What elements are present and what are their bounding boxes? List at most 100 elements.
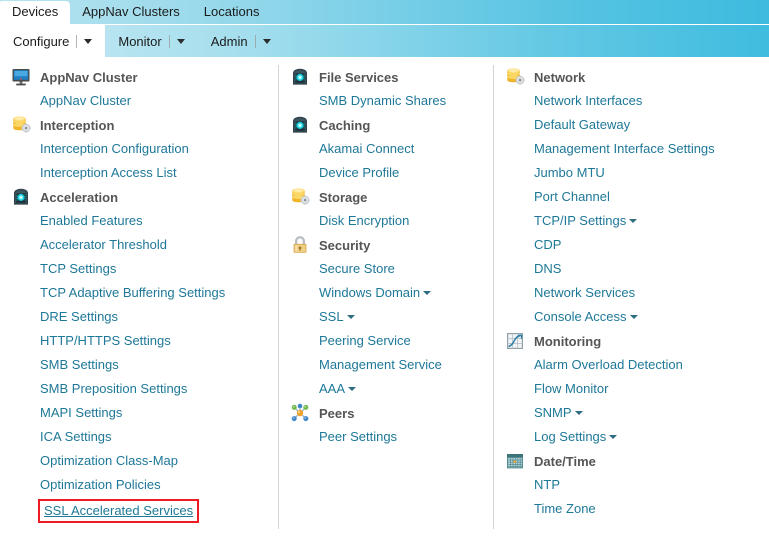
link-time-zone[interactable]: Time Zone (534, 497, 769, 521)
link-label: Device Profile (319, 165, 400, 180)
link-label: HTTP/HTTPS Settings (40, 333, 171, 348)
link-jumbo-mtu[interactable]: Jumbo MTU (534, 161, 769, 185)
menu-configure[interactable]: Configure (0, 25, 106, 57)
chevron-down-icon[interactable] (84, 38, 93, 44)
link-secure-store[interactable]: Secure Store (319, 257, 493, 281)
link-accelerator-threshold[interactable]: Accelerator Threshold (40, 233, 278, 257)
chevron-down-icon[interactable] (423, 291, 432, 296)
link-label: Optimization Class-Map (40, 453, 178, 468)
chevron-down-icon[interactable] (574, 411, 583, 416)
link-akamai-connect[interactable]: Akamai Connect (319, 137, 493, 161)
link-label: Accelerator Threshold (40, 237, 167, 252)
link-management-service[interactable]: Management Service (319, 353, 493, 377)
appnav-configure-menu-page: Devices AppNav Clusters Locations Configur… (0, 0, 769, 536)
group-header-storage: Storage (289, 185, 493, 209)
link-tcp-adaptive-buffering-settings[interactable]: TCP Adaptive Buffering Settings (40, 281, 278, 305)
link-windows-domain[interactable]: Windows Domain (319, 281, 493, 305)
link-appnav-cluster[interactable]: AppNav Cluster (40, 89, 278, 113)
link-tcp-ip-settings[interactable]: TCP/IP Settings (534, 209, 769, 233)
menu-link-row: MAPI Settings (10, 401, 278, 425)
menu-link-row: SSL (289, 305, 493, 329)
link-network-interfaces[interactable]: Network Interfaces (534, 89, 769, 113)
link-label: MAPI Settings (40, 405, 123, 420)
link-alarm-overload-detection[interactable]: Alarm Overload Detection (534, 353, 769, 377)
menu-link-row: TCP Adaptive Buffering Settings (10, 281, 278, 305)
top-tab-appnav-clusters[interactable]: AppNav Clusters (70, 1, 192, 24)
chevron-down-icon[interactable] (262, 38, 271, 44)
link-label: Windows Domain (319, 285, 421, 300)
menu-monitor[interactable]: Monitor (105, 25, 197, 57)
link-interception-configuration[interactable]: Interception Configuration (40, 137, 278, 161)
link-device-profile[interactable]: Device Profile (319, 161, 493, 185)
link-cdp[interactable]: CDP (534, 233, 769, 257)
link-flow-monitor[interactable]: Flow Monitor (534, 377, 769, 401)
link-label: TCP Adaptive Buffering Settings (40, 285, 226, 300)
link-label: TCP Settings (40, 261, 117, 276)
link-management-interface-settings[interactable]: Management Interface Settings (534, 137, 769, 161)
link-peering-service[interactable]: Peering Service (319, 329, 493, 353)
link-aaa[interactable]: AAA (319, 377, 493, 401)
link-peer-settings[interactable]: Peer Settings (319, 425, 493, 449)
link-ssl-accelerated-services[interactable]: SSL Accelerated Services (38, 499, 200, 523)
link-console-access[interactable]: Console Access (534, 305, 769, 329)
menu-separator (254, 34, 256, 48)
chevron-down-icon[interactable] (629, 315, 638, 320)
link-dns[interactable]: DNS (534, 257, 769, 281)
main-menu-list: Configure Monitor Admin (0, 25, 769, 57)
link-optimization-policies[interactable]: Optimization Policies (40, 473, 278, 497)
calendar-icon (504, 451, 526, 471)
link-enabled-features[interactable]: Enabled Features (40, 209, 278, 233)
group-header-interception: Interception (10, 113, 278, 137)
link-label: CDP (534, 237, 562, 252)
menu-link-row: Peer Settings (289, 425, 493, 449)
link-label: DRE Settings (40, 309, 119, 324)
link-snmp[interactable]: SNMP (534, 401, 769, 425)
link-log-settings[interactable]: Log Settings (534, 425, 769, 449)
link-ssl[interactable]: SSL (319, 305, 493, 329)
link-label: Enabled Features (40, 213, 143, 228)
group-header-caching: Caching (289, 113, 493, 137)
link-tcp-settings[interactable]: TCP Settings (40, 257, 278, 281)
menu-link-row: Default Gateway (504, 113, 769, 137)
link-network-services[interactable]: Network Services (534, 281, 769, 305)
group-title: Caching (319, 117, 371, 133)
link-interception-access-list[interactable]: Interception Access List (40, 161, 278, 185)
menu-admin[interactable]: Admin (198, 25, 284, 57)
chevron-down-icon[interactable] (348, 387, 357, 392)
chevron-down-icon[interactable] (629, 219, 638, 224)
link-dre-settings[interactable]: DRE Settings (40, 305, 278, 329)
menu-link-row: SMB Settings (10, 353, 278, 377)
group-title: Acceleration (40, 189, 119, 205)
link-disk-encryption[interactable]: Disk Encryption (319, 209, 493, 233)
chevron-down-icon[interactable] (609, 435, 618, 440)
link-label: Interception Configuration (40, 141, 189, 156)
link-label: Network Interfaces (534, 93, 643, 108)
chevron-down-icon[interactable] (176, 38, 185, 44)
group-title: Date/Time (534, 453, 596, 469)
menu-link-row: Accelerator Threshold (10, 233, 278, 257)
chevron-down-icon[interactable] (346, 315, 355, 320)
menu-link-row: DRE Settings (10, 305, 278, 329)
link-port-channel[interactable]: Port Channel (534, 185, 769, 209)
group-title: Interception (40, 117, 115, 133)
link-ntp[interactable]: NTP (534, 473, 769, 497)
link-smb-settings[interactable]: SMB Settings (40, 353, 278, 377)
menu-link-row: CDP (504, 233, 769, 257)
link-default-gateway[interactable]: Default Gateway (534, 113, 769, 137)
group-title: Monitoring (534, 333, 602, 349)
link-smb-dynamic-shares[interactable]: SMB Dynamic Shares (319, 89, 493, 113)
link-label: SMB Preposition Settings (40, 381, 188, 396)
database-gear-icon (504, 67, 526, 87)
menu-label: Monitor (118, 33, 162, 49)
link-smb-preposition-settings[interactable]: SMB Preposition Settings (40, 377, 278, 401)
top-tab-devices[interactable]: Devices (0, 1, 71, 24)
lock-icon (289, 235, 311, 255)
link-http-https-settings[interactable]: HTTP/HTTPS Settings (40, 329, 278, 353)
top-tab-locations[interactable]: Locations (192, 1, 272, 24)
link-label: Interception Access List (40, 165, 177, 180)
link-label: Alarm Overload Detection (534, 357, 683, 372)
link-optimization-class-map[interactable]: Optimization Class-Map (40, 449, 278, 473)
link-ica-settings[interactable]: ICA Settings (40, 425, 278, 449)
link-mapi-settings[interactable]: MAPI Settings (40, 401, 278, 425)
chart-icon (504, 331, 526, 351)
